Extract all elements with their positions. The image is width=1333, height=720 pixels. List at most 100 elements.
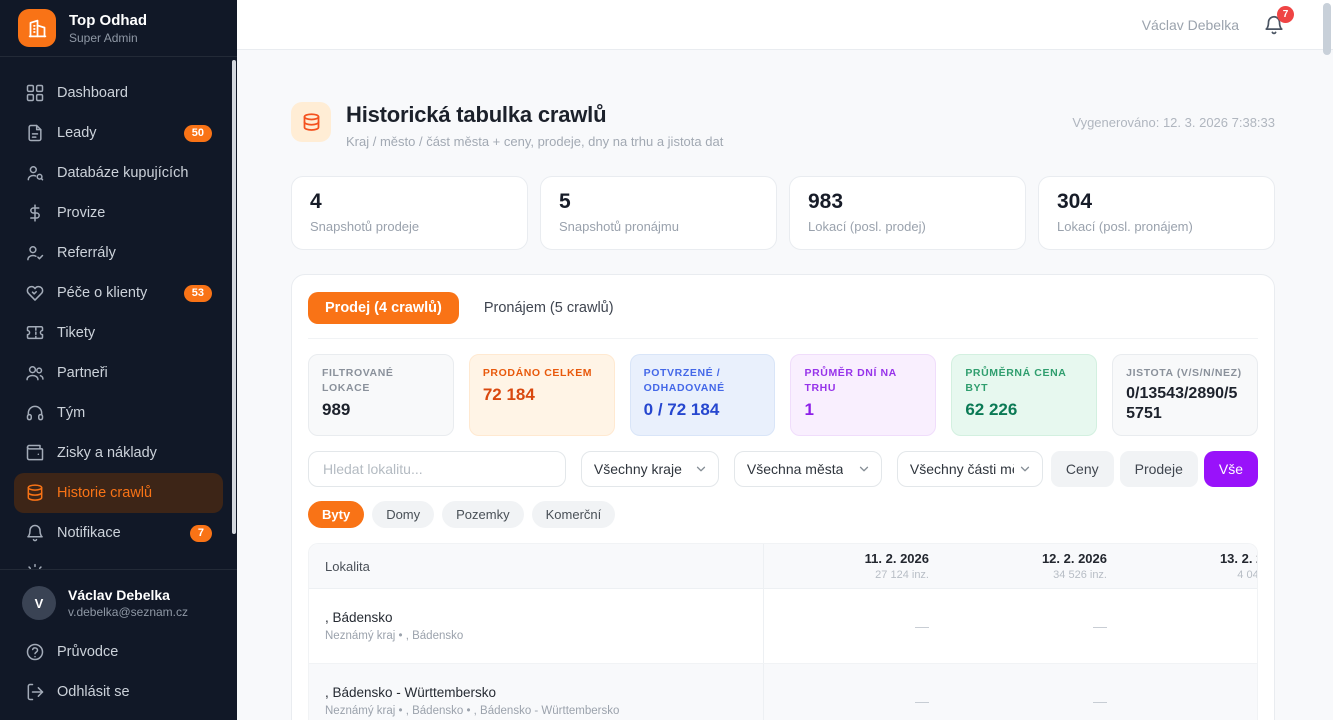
stat-box: FILTROVANÉ LOKACE 989 [308,354,454,436]
page-subtitle: Kraj / město / část města + ceny, prodej… [346,134,723,149]
page-header: Historická tabulka crawlů Kraj / město /… [291,102,1275,149]
table-row[interactable]: , Bádensko - Württembersko Neznámý kraj … [309,664,1258,720]
summary-card-value: 5 [559,190,758,214]
chevron-down-icon [857,462,871,476]
category-pill[interactable]: Komerční [532,501,616,528]
sidebar-item-label: Péče o klienty [57,285,147,301]
dollar-icon [25,203,45,223]
filter-button[interactable]: Ceny [1051,451,1114,487]
nav-badge: 7 [190,525,212,542]
stat-box-label: PRŮMĚRNÁ CENA BYT [965,366,1083,396]
filter-button[interactable]: Vše [1204,451,1258,487]
sidebar-item[interactable]: Péče o klienty 53 [14,273,223,313]
filter-button[interactable]: Prodeje [1120,451,1198,487]
sidebar-item[interactable]: Historie crawlů [14,473,223,513]
column-header-lokalita[interactable]: Lokalita [309,544,764,588]
filter-select[interactable]: Všechny části města [897,451,1043,487]
table-row[interactable]: , Bádensko Neznámý kraj • , Bádensko — —… [309,589,1258,664]
filter-buttons: Ceny Prodeje Vše [1051,451,1258,487]
brand: Top Odhad Super Admin [0,0,237,57]
row-location-name: , Bádensko - Württembersko [325,685,747,700]
row-value-cell: — [942,664,1120,720]
column-header-date[interactable]: 13. 2. 2026 4 043 inz. [1120,544,1258,588]
brand-name: Top Odhad [69,12,147,29]
stat-box: POTVRZENÉ / ODHADOVANÉ 0 / 72 184 [630,354,776,436]
sidebar-item-label: Tým [57,405,85,421]
logout-icon [25,682,45,702]
column-header-date[interactable]: 12. 2. 2026 34 526 inz. [942,544,1120,588]
sidebar-item[interactable]: Tým [14,393,223,433]
row-value-cell: — [1120,589,1258,663]
category-pills: Byty Domy Pozemky Komerční [308,501,1258,528]
row-value-cell: — [764,664,942,720]
topbar-user-name[interactable]: Václav Debelka [1142,17,1239,33]
notifications-button[interactable]: 7 [1263,14,1285,36]
sidebar-footer-item-label: Průvodce [57,644,118,660]
sidebar-item[interactable]: Databáze kupujících [14,153,223,193]
table-header: Lokalita 11. 2. 2026 27 124 inz. 12. 2. [309,544,1258,589]
heart-care-icon [25,283,45,303]
sidebar-scrollbar[interactable] [232,60,236,534]
row-value-cell: — [1120,664,1258,720]
sidebar-item-label: Leady [57,125,97,141]
user-referral-icon [25,243,45,263]
filter-select[interactable]: Všechny kraje [581,451,719,487]
sidebar-item-label: Databáze kupujících [57,165,188,181]
nav-badge: 50 [184,125,212,142]
stat-box-label: POTVRZENÉ / ODHADOVANÉ [644,366,762,396]
sidebar-item[interactable]: Provize [14,193,223,233]
tab[interactable]: Pronájem (5 crawlů) [467,292,631,324]
crawl-history-card: Prodej (4 crawlů) Pronájem (5 crawlů) FI… [291,274,1275,720]
divider [308,338,1258,339]
stat-box: JISTOTA (V/S/N/NEZ) 0/13543/2890/55751 [1112,354,1258,436]
sidebar-item[interactable]: Zisky a náklady [14,433,223,473]
filter-select[interactable]: Všechna města [734,451,882,487]
sidebar-item[interactable] [14,553,223,569]
chevron-down-icon [694,462,708,476]
sidebar-item-label: Tikety [57,325,95,341]
summary-card: 983 Lokací (posl. prodej) [789,176,1026,250]
sidebar-item[interactable]: Notifikace 7 [14,513,223,553]
user-profile[interactable]: V Václav Debelka v.debelka@seznam.cz [14,580,223,632]
stat-box: PRŮMĚR DNÍ NA TRHU 1 [790,354,936,436]
tab[interactable]: Prodej (4 crawlů) [308,292,459,324]
category-pill[interactable]: Byty [308,501,364,528]
stat-box-value: 989 [322,399,440,420]
sidebar-item-label: Partneři [57,365,108,381]
stat-box-value: 72 184 [483,384,601,405]
help-circle-icon [25,642,45,662]
main-area: Václav Debelka 7 Historická tabulka craw… [237,0,1333,720]
search-input[interactable] [308,451,566,487]
column-date: 11. 2. 2026 [865,551,929,566]
page-content: Historická tabulka crawlů Kraj / město /… [237,50,1333,720]
sidebar-item-label: Referrály [57,245,116,261]
filter-row: Všechny kraje Všechna města Všechny část… [308,451,1258,487]
users-icon [25,363,45,383]
sidebar-item-label: Dashboard [57,85,128,101]
sidebar-item[interactable]: Dashboard [14,73,223,113]
sidebar-item[interactable]: Leady 50 [14,113,223,153]
wallet-icon [25,443,45,463]
sidebar-item[interactable]: Partneři [14,353,223,393]
bell-icon [25,523,45,543]
category-pill[interactable]: Domy [372,501,434,528]
sidebar-item-label: Zisky a náklady [57,445,157,461]
summary-card-label: Snapshotů pronájmu [559,219,758,234]
column-listing-count: 34 526 inz. [1053,569,1107,581]
sidebar-footer-item[interactable]: Průvodce [14,632,223,672]
sidebar-footer-item[interactable]: Odhlásit se [14,672,223,712]
file-document-icon [25,123,45,143]
summary-card: 304 Lokací (posl. pronájem) [1038,176,1275,250]
column-header-date[interactable]: 11. 2. 2026 27 124 inz. [764,544,942,588]
row-value-cell: — [942,589,1120,663]
sidebar-nav: Dashboard Leady 50 Databáze kupujících P… [0,57,237,569]
headset-icon [25,403,45,423]
user-search-icon [25,163,45,183]
tabs: Prodej (4 crawlů) Pronájem (5 crawlů) [308,292,1258,324]
sidebar-item[interactable]: Referrály [14,233,223,273]
category-pill[interactable]: Pozemky [442,501,523,528]
ticket-icon [25,323,45,343]
stat-box-value: 0 / 72 184 [644,399,762,420]
page-scrollbar[interactable] [1323,3,1331,55]
sidebar-item[interactable]: Tikety [14,313,223,353]
